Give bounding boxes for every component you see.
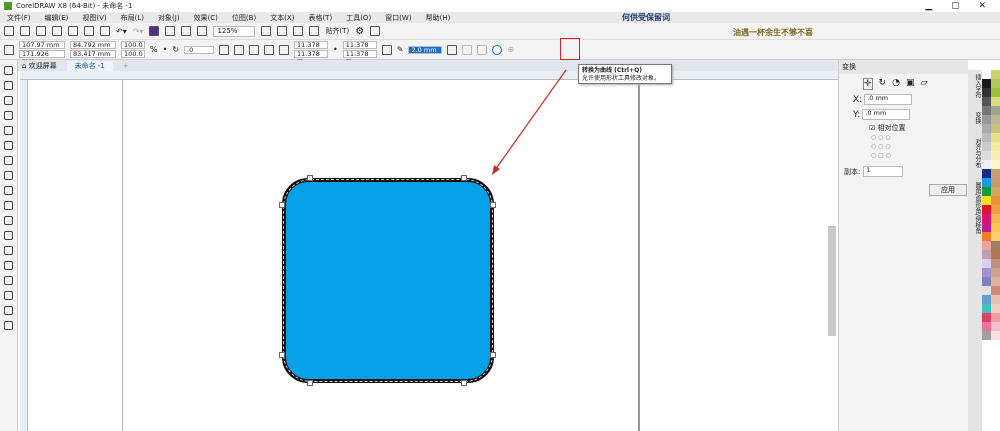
color-swatch[interactable] bbox=[991, 160, 1000, 169]
docker-tab[interactable]: 插入字符 bbox=[968, 74, 982, 98]
color-swatch[interactable] bbox=[982, 295, 991, 304]
color-swatch[interactable] bbox=[982, 214, 991, 223]
transform-docker: 变换 ✛ ↻ ◔ ▣ ▱ X: .0 mm Y: .0 mm ☑ 相对位置 ○ … bbox=[838, 60, 968, 431]
color-swatch[interactable] bbox=[991, 313, 1000, 322]
color-swatch[interactable] bbox=[991, 322, 1000, 331]
color-swatch[interactable] bbox=[991, 115, 1000, 124]
color-swatch[interactable] bbox=[991, 286, 1000, 295]
color-swatch[interactable] bbox=[991, 232, 1000, 241]
x-label: X: bbox=[853, 94, 863, 105]
tooltip-title: 转换为曲线 (Ctrl+Q) bbox=[582, 67, 642, 74]
color-swatch[interactable] bbox=[982, 160, 991, 169]
color-swatch[interactable] bbox=[991, 241, 1000, 250]
color-swatch[interactable] bbox=[982, 196, 991, 205]
color-swatch[interactable] bbox=[982, 232, 991, 241]
color-swatch[interactable] bbox=[982, 169, 991, 178]
color-swatch[interactable] bbox=[991, 106, 1000, 115]
color-swatch[interactable] bbox=[991, 169, 1000, 178]
skew-icon[interactable]: ▱ bbox=[920, 78, 927, 90]
color-swatch[interactable] bbox=[982, 313, 991, 322]
color-swatch[interactable] bbox=[982, 142, 991, 151]
docker-side-tabs: 插入字符变换对齐与分布圆角/扇形角/倒棱角 bbox=[968, 70, 982, 431]
color-swatch[interactable] bbox=[982, 88, 991, 97]
color-swatch[interactable] bbox=[991, 97, 1000, 106]
color-swatch[interactable] bbox=[982, 106, 991, 115]
color-swatch[interactable] bbox=[982, 322, 991, 331]
tooltip-body: 允许使用形状工具修改对象。 bbox=[582, 75, 661, 82]
color-swatch[interactable] bbox=[982, 178, 991, 187]
color-swatch[interactable] bbox=[982, 241, 991, 250]
docker-tab[interactable]: 对齐与分布 bbox=[968, 138, 982, 168]
color-swatch[interactable] bbox=[982, 259, 991, 268]
docker-tab[interactable]: 圆角/扇形角/倒棱角 bbox=[968, 182, 982, 234]
color-palette bbox=[982, 70, 1000, 431]
color-swatch[interactable] bbox=[991, 70, 1000, 79]
transform-modes: ✛ ↻ ◔ ▣ ▱ bbox=[839, 74, 968, 90]
rotate-mode-icon[interactable]: ↻ bbox=[879, 78, 887, 90]
color-swatch[interactable] bbox=[982, 277, 991, 286]
position-icon[interactable]: ✛ bbox=[863, 78, 873, 90]
color-swatch[interactable] bbox=[991, 295, 1000, 304]
anchor-grid[interactable]: ○ ○ ○ ○ ○ ○ ○ □ ○ bbox=[871, 133, 891, 160]
color-swatch[interactable] bbox=[991, 196, 1000, 205]
color-swatch[interactable] bbox=[982, 187, 991, 196]
tooltip: 转换为曲线 (Ctrl+Q) 允许使用形状工具修改对象。 bbox=[578, 64, 672, 84]
docker-title: 变换 bbox=[839, 60, 968, 74]
color-swatch[interactable] bbox=[991, 259, 1000, 268]
y-label: Y: bbox=[853, 109, 861, 120]
copies-label: 副本: bbox=[844, 167, 861, 176]
color-swatch[interactable] bbox=[982, 115, 991, 124]
color-swatch[interactable] bbox=[982, 97, 991, 106]
color-swatch[interactable] bbox=[982, 223, 991, 232]
copies-input[interactable]: 1 bbox=[863, 166, 904, 177]
color-swatch[interactable] bbox=[991, 178, 1000, 187]
color-swatch[interactable] bbox=[991, 133, 1000, 142]
docker-tab[interactable]: 变换 bbox=[968, 112, 982, 124]
color-swatch[interactable] bbox=[982, 151, 991, 160]
color-swatch[interactable] bbox=[982, 79, 991, 88]
color-swatch[interactable] bbox=[991, 124, 1000, 133]
transform-y-input[interactable]: .0 mm bbox=[862, 109, 911, 120]
apply-button[interactable]: 应用 bbox=[929, 184, 967, 196]
color-swatch[interactable] bbox=[991, 205, 1000, 214]
color-swatch[interactable] bbox=[991, 277, 1000, 286]
color-swatch[interactable] bbox=[991, 88, 1000, 97]
color-swatch[interactable] bbox=[991, 151, 1000, 160]
size-icon[interactable]: ▣ bbox=[906, 78, 915, 90]
transform-x-input[interactable]: .0 mm bbox=[864, 94, 913, 105]
color-swatch[interactable] bbox=[991, 214, 1000, 223]
color-swatch[interactable] bbox=[982, 250, 991, 259]
color-swatch[interactable] bbox=[991, 304, 1000, 313]
color-swatch[interactable] bbox=[982, 331, 991, 340]
color-swatch[interactable] bbox=[982, 124, 991, 133]
color-swatch[interactable] bbox=[982, 268, 991, 277]
scale-mirror-icon[interactable]: ◔ bbox=[892, 78, 900, 90]
relative-position-checkbox[interactable]: ☑ 相对位置 bbox=[869, 123, 906, 133]
color-swatch[interactable] bbox=[991, 250, 1000, 259]
color-swatch[interactable] bbox=[991, 268, 1000, 277]
color-swatch[interactable] bbox=[991, 142, 1000, 151]
color-swatch[interactable] bbox=[991, 223, 1000, 232]
color-swatch[interactable] bbox=[982, 304, 991, 313]
vertical-scrollbar[interactable] bbox=[828, 226, 836, 336]
color-swatch[interactable] bbox=[991, 331, 1000, 340]
color-swatch[interactable] bbox=[982, 205, 991, 214]
color-swatch[interactable] bbox=[991, 79, 1000, 88]
color-swatch[interactable] bbox=[991, 187, 1000, 196]
color-swatch[interactable] bbox=[982, 133, 991, 142]
color-swatch[interactable] bbox=[982, 70, 991, 79]
color-swatch[interactable] bbox=[982, 286, 991, 295]
